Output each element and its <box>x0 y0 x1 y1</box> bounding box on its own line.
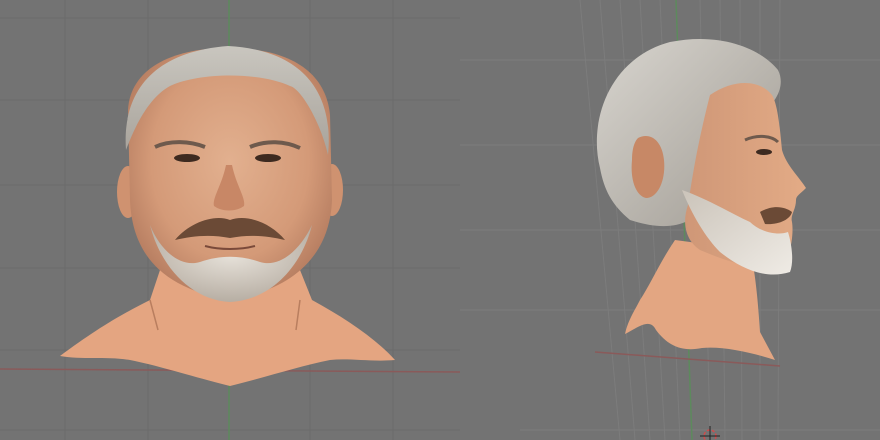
right-eye <box>255 154 281 162</box>
front-view-canvas[interactable] <box>0 0 460 440</box>
side-view-viewport[interactable] <box>460 0 880 440</box>
head-model-front[interactable] <box>60 46 395 386</box>
3d-cursor-icon[interactable] <box>700 426 720 440</box>
head-model-side[interactable] <box>596 38 806 360</box>
eye <box>756 149 772 155</box>
x-axis-line <box>594 351 781 367</box>
front-view-viewport[interactable] <box>0 0 460 440</box>
viewport-split <box>0 0 880 440</box>
left-eye <box>174 154 200 162</box>
side-view-canvas[interactable] <box>460 0 880 440</box>
